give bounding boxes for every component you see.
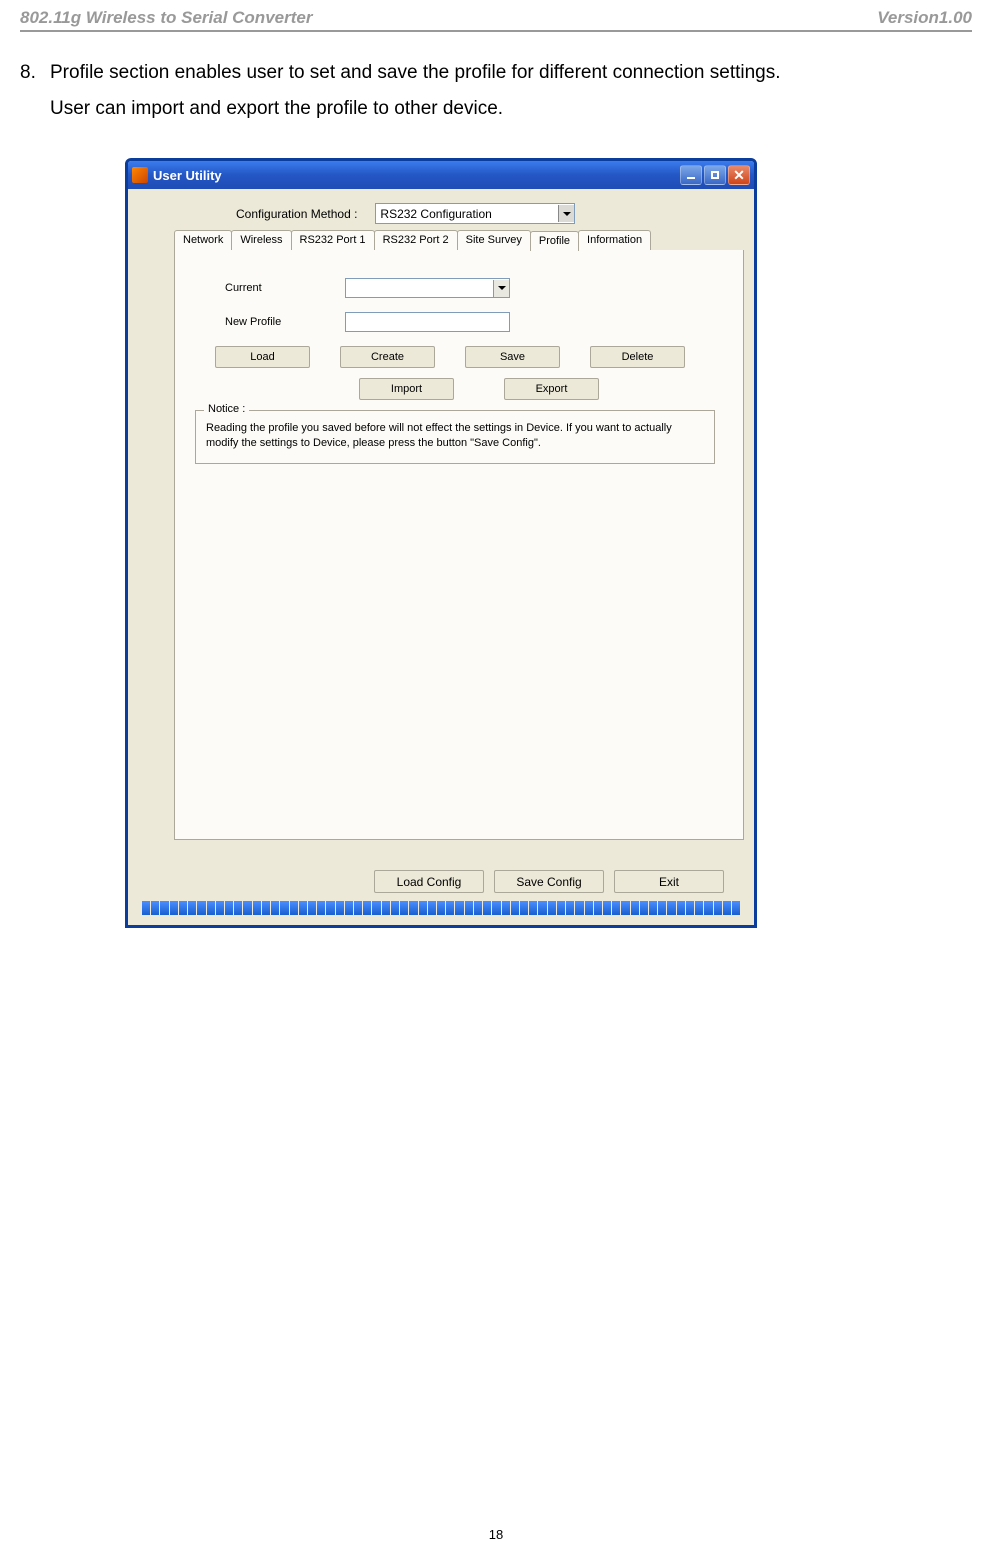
instruction-text: 8.Profile section enables user to set an…	[20, 55, 972, 127]
notice-groupbox: Notice : Reading the profile you saved b…	[195, 410, 715, 464]
window-body: Configuration Method : RS232 Configurati…	[128, 189, 754, 850]
minimize-button[interactable]	[680, 165, 702, 185]
current-row: Current	[225, 278, 713, 298]
config-method-row: Configuration Method : RS232 Configurati…	[236, 203, 736, 224]
config-method-label: Configuration Method :	[236, 207, 357, 221]
tab-wireless[interactable]: Wireless	[231, 230, 291, 250]
chevron-down-icon	[493, 280, 509, 297]
new-profile-row: New Profile	[225, 312, 713, 332]
tab-information[interactable]: Information	[578, 230, 651, 250]
page-number: 18	[0, 1527, 992, 1542]
notice-text: Reading the profile you saved before wil…	[206, 421, 704, 451]
import-button[interactable]: Import	[359, 378, 454, 400]
new-profile-input[interactable]	[345, 312, 510, 332]
header-left: 802.11g Wireless to Serial Converter	[20, 8, 312, 28]
tabs-row: Network Wireless RS232 Port 1 RS232 Port…	[174, 230, 736, 250]
notice-title: Notice :	[204, 403, 249, 415]
instruction-line2: User can import and export the profile t…	[50, 91, 972, 127]
create-button[interactable]: Create	[340, 346, 435, 368]
tab-panel: Current New Profile Load Create Save Del…	[174, 250, 744, 840]
window-title: User Utility	[153, 168, 680, 183]
header-right: Version1.00	[877, 8, 972, 28]
current-label: Current	[225, 282, 345, 294]
save-button[interactable]: Save	[465, 346, 560, 368]
maximize-button[interactable]	[704, 165, 726, 185]
config-method-dropdown[interactable]: RS232 Configuration	[375, 203, 575, 224]
profile-buttons-row2: Import Export	[245, 378, 713, 400]
dropdown-arrow-icon	[558, 205, 574, 222]
load-config-button[interactable]: Load Config	[374, 870, 484, 893]
save-config-button[interactable]: Save Config	[494, 870, 604, 893]
instruction-line1: Profile section enables user to set and …	[50, 62, 781, 83]
new-profile-label: New Profile	[225, 316, 345, 328]
bottom-buttons: Load Config Save Config Exit	[374, 870, 724, 893]
titlebar[interactable]: User Utility ✕	[128, 161, 754, 189]
maximize-icon	[711, 171, 719, 179]
tab-profile[interactable]: Profile	[530, 231, 579, 251]
load-button[interactable]: Load	[215, 346, 310, 368]
minimize-icon	[687, 177, 695, 179]
config-method-value: RS232 Configuration	[380, 207, 491, 221]
delete-button[interactable]: Delete	[590, 346, 685, 368]
tab-rs232-port2[interactable]: RS232 Port 2	[374, 230, 458, 250]
page-header: 802.11g Wireless to Serial Converter Ver…	[20, 8, 972, 32]
user-utility-window: User Utility ✕ Configuration Method : RS…	[125, 158, 757, 928]
exit-button[interactable]: Exit	[614, 870, 724, 893]
list-number: 8.	[20, 55, 50, 91]
app-icon	[132, 167, 148, 183]
close-icon: ✕	[733, 168, 745, 182]
export-button[interactable]: Export	[504, 378, 599, 400]
current-dropdown[interactable]	[345, 278, 510, 298]
tab-rs232-port1[interactable]: RS232 Port 1	[291, 230, 375, 250]
tab-network[interactable]: Network	[174, 230, 232, 250]
tab-site-survey[interactable]: Site Survey	[457, 230, 531, 250]
profile-tab-content: Current New Profile Load Create Save Del…	[175, 250, 743, 474]
close-button[interactable]: ✕	[728, 165, 750, 185]
window-controls: ✕	[680, 165, 750, 185]
progress-bar	[142, 901, 740, 915]
profile-buttons-row1: Load Create Save Delete	[215, 346, 713, 368]
